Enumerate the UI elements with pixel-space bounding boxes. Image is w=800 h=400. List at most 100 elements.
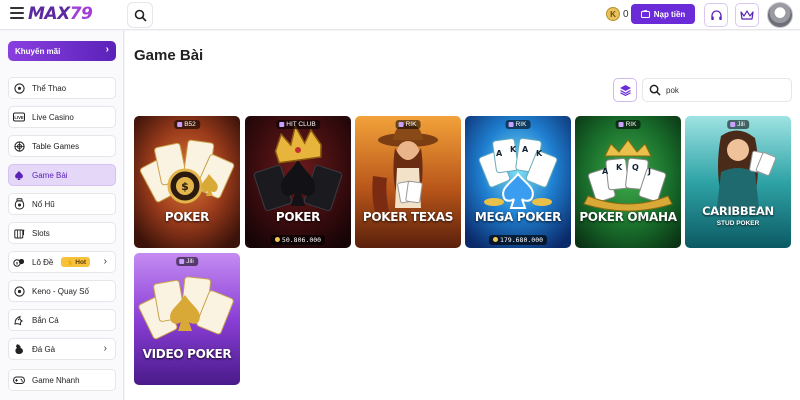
sidebar-item-ban-ca[interactable]: Bắn Cá [8, 309, 116, 331]
user-avatar[interactable] [767, 2, 793, 28]
game-name: POKER [275, 210, 321, 224]
game-card-art [685, 116, 791, 248]
sidebar-item-label: Lô Đề [32, 257, 54, 267]
hamburger-menu-icon[interactable] [10, 7, 24, 21]
sidebar-item-live-casino[interactable]: LIVE Live Casino [8, 106, 116, 128]
svg-text:K: K [510, 145, 517, 154]
svg-text:Q: Q [632, 163, 639, 172]
rooster-icon [13, 343, 25, 355]
svg-text:J: J [647, 167, 651, 176]
slot-icon [13, 227, 25, 239]
provider-badge: B52 [174, 120, 200, 129]
main-content: Game Bài $ B52 POKER [125, 31, 800, 400]
sidebar: Khuyến mãi › Thể Thao LIVE Live Casino T… [0, 31, 124, 400]
sidebar-item-slots[interactable]: Slots [8, 222, 116, 244]
sidebar-item-game-nhanh[interactable]: Game Nhanh [8, 369, 116, 391]
sidebar-item-label: Slots [32, 228, 50, 238]
provider-logo-icon [177, 122, 183, 127]
sidebar-item-da-ga[interactable]: Đá Gà › [8, 338, 116, 360]
provider-logo-icon [179, 259, 185, 264]
provider-filter-button[interactable] [613, 78, 637, 102]
jackpot-amount: 179.680.000 [488, 235, 548, 245]
game-card-poker-texas[interactable]: RIK POKER TEXAS [355, 116, 461, 248]
svg-text:LIVE: LIVE [14, 115, 24, 120]
search-icon [134, 9, 147, 22]
wallet-icon [640, 10, 650, 18]
game-card-art: $ [134, 116, 240, 248]
svg-text:K: K [616, 163, 623, 172]
lottery-icon: 0 [13, 256, 25, 268]
svg-text:0: 0 [16, 260, 19, 265]
svg-text:A: A [602, 167, 609, 176]
sidebar-item-table-games[interactable]: Table Games [8, 135, 116, 157]
provider-badge: RIK [615, 120, 641, 129]
gamepad-icon [13, 374, 25, 386]
sidebar-item-game-bai[interactable]: Game Bài [8, 164, 116, 186]
provider-badge: RIK [505, 120, 531, 129]
game-card-poker-b52[interactable]: $ B52 POKER [134, 116, 240, 248]
game-name: POKER OMAHA [579, 210, 677, 224]
chevron-right-icon: › [103, 256, 107, 267]
balance-display: K 0 [606, 6, 629, 22]
sidebar-item-no-hu[interactable]: Nổ Hũ [8, 193, 116, 215]
search-button[interactable] [127, 2, 153, 28]
game-card-caribbean-stud-poker[interactable]: Jili CARIBBEAN STUD POKER [685, 116, 791, 248]
provider-logo-icon [618, 122, 624, 127]
sidebar-item-lo-de[interactable]: 0 Lô Đề 👍 Hot › [8, 251, 116, 273]
provider-badge: HIT CLUB [276, 120, 320, 129]
game-search-field[interactable] [642, 78, 792, 102]
svg-text:A: A [496, 149, 503, 158]
page-title: Game Bài [134, 47, 204, 64]
game-name: MEGA POKER [474, 210, 562, 224]
svg-text:A: A [522, 145, 529, 154]
sidebar-item-label: Thể Thao [32, 83, 67, 93]
provider-logo-icon [279, 122, 285, 127]
site-logo[interactable]: MAX79 [28, 4, 93, 24]
sidebar-item-label: Đá Gà [32, 344, 56, 354]
provider-logo-icon [508, 122, 514, 127]
chevron-right-icon: › [103, 343, 107, 354]
game-card-poker-hitclub[interactable]: HIT CLUB POKER 50.806.000 [245, 116, 351, 248]
provider-logo-icon [398, 122, 404, 127]
provider-logo-icon [730, 122, 736, 127]
game-card-mega-poker[interactable]: A K A K RIK MEGA POKER 179.680.000 [465, 116, 571, 248]
sidebar-item-the-thao[interactable]: Thể Thao [8, 77, 116, 99]
search-input[interactable] [666, 85, 776, 95]
sidebar-item-label: Table Games [32, 141, 80, 151]
provider-badge: Jili [176, 257, 198, 266]
game-name: POKER [164, 210, 210, 224]
game-card-poker-omaha[interactable]: A K Q J RIK POKER OMAHA [575, 116, 681, 248]
support-button[interactable] [704, 3, 728, 27]
fish-icon [13, 314, 25, 326]
game-card-video-poker[interactable]: Jili VIDEO POKER [134, 253, 240, 385]
jar-icon [13, 198, 25, 210]
game-card-art: A K Q J [575, 116, 681, 248]
vip-button[interactable] [735, 3, 759, 27]
game-card-art [355, 116, 461, 248]
deposit-label: Nạp tiền [653, 9, 686, 19]
roulette-icon [13, 140, 25, 152]
soccer-ball-icon [13, 82, 25, 94]
game-name: CARIBBEAN [702, 204, 774, 218]
search-icon [649, 84, 661, 96]
keno-icon [13, 285, 25, 297]
sidebar-item-label: Game Nhanh [32, 375, 80, 385]
sidebar-item-keno[interactable]: Keno - Quay Số [8, 280, 116, 302]
layers-icon [619, 85, 631, 96]
sidebar-item-label: Bắn Cá [32, 315, 59, 325]
jackpot-amount: 50.806.000 [270, 235, 326, 245]
svg-text:K: K [536, 149, 543, 158]
headset-icon [710, 9, 722, 20]
chevron-right-icon: › [105, 44, 109, 55]
sidebar-item-label: Keno - Quay Số [32, 286, 89, 296]
deposit-button[interactable]: Nạp tiền [631, 4, 695, 24]
provider-badge: Jili [727, 120, 749, 129]
game-card-art [245, 116, 351, 248]
game-card-art [134, 253, 240, 385]
game-name: POKER TEXAS [362, 210, 454, 224]
top-bar: MAX79 K 0 Nạp tiền [0, 0, 800, 30]
game-subtitle: STUD POKER [716, 220, 760, 227]
promotions-button[interactable]: Khuyến mãi › [8, 41, 116, 61]
provider-badge: RIK [395, 120, 421, 129]
live-icon: LIVE [13, 111, 25, 123]
